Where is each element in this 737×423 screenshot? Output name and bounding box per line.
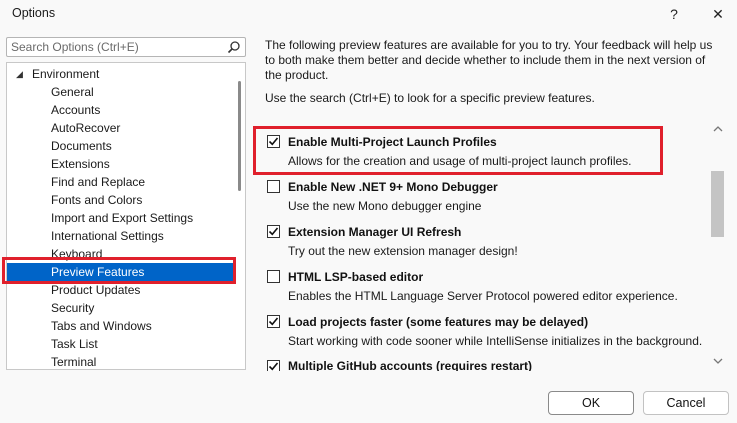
tree-item-terminal[interactable]: Terminal — [7, 353, 237, 369]
tree-item-label: Terminal — [51, 355, 97, 369]
feature-checkbox[interactable] — [267, 225, 280, 238]
feature-description: Try out the new extension manager design… — [288, 244, 518, 258]
tree-item-label: Security — [51, 301, 95, 315]
tree-item-label: Extensions — [51, 157, 110, 171]
tree-item-documents[interactable]: Documents — [7, 137, 237, 155]
feature-description: Use the new Mono debugger engine — [288, 199, 482, 213]
window-title: Options — [12, 6, 56, 20]
tree-item-label: Import and Export Settings — [51, 211, 194, 225]
feature-checkbox[interactable] — [267, 315, 280, 328]
search-icon[interactable] — [227, 40, 241, 54]
scroll-down-icon[interactable] — [712, 355, 724, 367]
feature-row-clipped: Multiple GitHub accounts (requires resta… — [255, 355, 705, 371]
options-tree: ◢ Environment General Accounts AutoRecov… — [6, 62, 246, 370]
search-hint-text: Use the search (Ctrl+E) to look for a sp… — [265, 91, 595, 105]
scroll-up-icon[interactable] — [712, 123, 724, 135]
feature-description: Start working with code sooner while Int… — [288, 334, 703, 348]
cancel-button[interactable]: Cancel — [643, 391, 729, 415]
tree-item-label: Tabs and Windows — [51, 319, 152, 333]
feature-title: Multiple GitHub accounts (requires resta… — [288, 359, 533, 371]
tree-item-label: General — [51, 85, 94, 99]
tree-item-label: Documents — [51, 139, 112, 153]
tree-item-label: Accounts — [51, 103, 101, 117]
checkmark-icon — [268, 362, 279, 371]
tree-item-label: Task List — [51, 337, 98, 351]
tree-item-label: International Settings — [51, 229, 164, 243]
feature-checkbox[interactable] — [267, 180, 280, 193]
checkmark-icon — [268, 317, 279, 326]
tree-item-accounts[interactable]: Accounts — [7, 101, 237, 119]
content-scrollbar-thumb[interactable] — [711, 171, 724, 237]
tree-item-tabs-and-windows[interactable]: Tabs and Windows — [7, 317, 237, 335]
feature-title: Extension Manager UI Refresh — [288, 225, 462, 239]
search-input[interactable] — [7, 38, 221, 56]
feature-title: Enable New .NET 9+ Mono Debugger — [288, 180, 498, 194]
tree-scrollbar[interactable] — [238, 81, 241, 191]
help-button[interactable]: ? — [655, 0, 693, 28]
search-box — [6, 37, 246, 57]
highlight-box-feature — [253, 126, 663, 175]
tree-item-import-export[interactable]: Import and Export Settings — [7, 209, 237, 227]
feature-description: Enables the HTML Language Server Protoco… — [288, 289, 678, 303]
tree-item-label: AutoRecover — [51, 121, 121, 135]
tree-item-label: Find and Replace — [51, 175, 146, 189]
feature-checkbox[interactable] — [267, 360, 280, 371]
tree-item-general[interactable]: General — [7, 83, 237, 101]
ok-button[interactable]: OK — [548, 391, 634, 415]
tree-item-label: Fonts and Colors — [51, 193, 143, 207]
checkmark-icon — [268, 227, 279, 236]
feature-checkbox[interactable] — [267, 270, 280, 283]
tree-node-label: Environment — [32, 67, 100, 81]
tree-item-autorecover[interactable]: AutoRecover — [7, 119, 237, 137]
tree-item-security[interactable]: Security — [7, 299, 237, 317]
feature-title: Load projects faster (some features may … — [288, 315, 589, 329]
highlight-box-tree — [2, 257, 236, 284]
intro-text: The following preview features are avail… — [265, 38, 713, 82]
tree-item-task-list[interactable]: Task List — [7, 335, 237, 353]
tree-item-find-and-replace[interactable]: Find and Replace — [7, 173, 237, 191]
tree-node-environment[interactable]: ◢ Environment — [7, 65, 237, 83]
tree-item-extensions[interactable]: Extensions — [7, 155, 237, 173]
close-button[interactable]: ✕ — [699, 0, 737, 28]
caret-down-icon[interactable]: ◢ — [16, 65, 23, 83]
feature-title: HTML LSP-based editor — [288, 270, 424, 284]
tree-item-fonts-and-colors[interactable]: Fonts and Colors — [7, 191, 237, 209]
tree-item-international[interactable]: International Settings — [7, 227, 237, 245]
